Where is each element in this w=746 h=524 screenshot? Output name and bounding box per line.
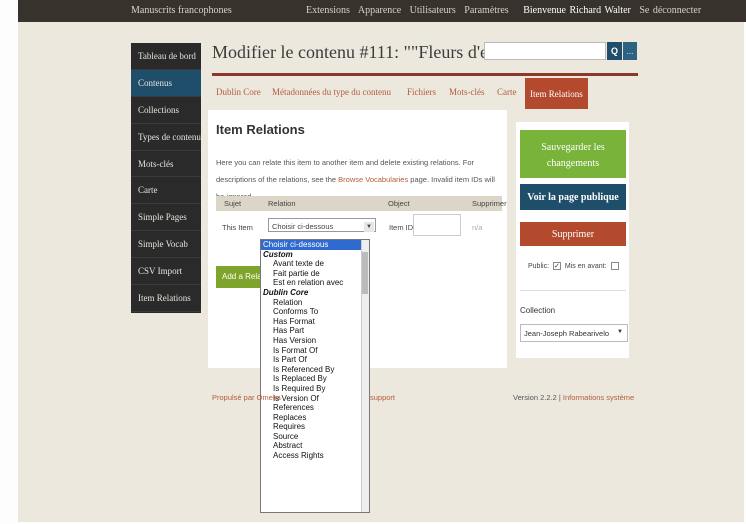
search-icon[interactable]: Q: [607, 42, 622, 60]
collection-label: Collection: [520, 306, 556, 315]
dropdown-option-selected[interactable]: Choisir ci-dessous: [261, 240, 369, 250]
sidebar-item-map[interactable]: Carte: [131, 177, 201, 205]
col-relation: Relation: [268, 199, 296, 208]
sidebar-item-item-types[interactable]: Types de contenu: [131, 124, 201, 151]
section-heading: Item Relations: [216, 122, 305, 137]
dropdown-option[interactable]: Relation: [261, 298, 369, 308]
delete-button[interactable]: Supprimer: [520, 222, 626, 246]
dropdown-option[interactable]: Est en relation avec: [261, 278, 369, 288]
dropdown-option[interactable]: Is Format Of: [261, 346, 369, 356]
dropdown-option[interactable]: Replaces: [261, 413, 369, 423]
sidebar-item-tags[interactable]: Mots-clés: [131, 151, 201, 178]
sidebar-item-contenus[interactable]: Contenus: [131, 69, 201, 97]
sidebar-item-csv-import[interactable]: CSV Import: [131, 258, 201, 286]
sidebar-item-collections[interactable]: Collections: [131, 97, 201, 124]
page-title: Modifier le contenu #111: ""Fleurs d'ext…: [212, 42, 516, 62]
tab-item-relations[interactable]: Item Relations: [525, 78, 588, 109]
public-label: Public:: [528, 262, 550, 270]
powered-by-link[interactable]: Propulsé par Omeka: [212, 393, 281, 402]
dropdown-scrollbar[interactable]: [361, 240, 369, 512]
dropdown-option[interactable]: Avant texte de: [261, 259, 369, 269]
version-info: Version 2.2.2 | Informations système: [513, 393, 635, 402]
collection-select[interactable]: Jean-Joseph Rabearivelo ▼: [520, 324, 628, 342]
nav-utilisateurs[interactable]: Utilisateurs: [410, 5, 456, 16]
search-input[interactable]: [484, 42, 606, 60]
dropdown-option[interactable]: Is Replaced By: [261, 374, 369, 384]
dropdown-option[interactable]: Is Part Of: [261, 355, 369, 365]
tab-dublin-core[interactable]: Dublin Core: [216, 87, 261, 97]
nav-parametres[interactable]: Paramètres: [464, 5, 508, 16]
dropdown-option[interactable]: Requires: [261, 422, 369, 432]
visibility-options: Public: Mis en avant:: [528, 262, 621, 270]
sidebar-item-simple-vocab[interactable]: Simple Vocab: [131, 231, 201, 259]
nav-extensions[interactable]: Extensions: [306, 5, 350, 16]
tab-item-type-metadata[interactable]: Métadonnées du type du contenu: [272, 87, 391, 97]
chevron-down-icon: ▼: [364, 222, 374, 232]
dropdown-option[interactable]: Has Format: [261, 317, 369, 327]
delete-na: n/a: [472, 223, 483, 232]
top-nav: Extensions Apparence Utilisateurs Paramè…: [306, 5, 706, 16]
view-public-page-button[interactable]: Voir la page publique: [520, 184, 626, 210]
dropdown-option[interactable]: Fait partie de: [261, 269, 369, 279]
dropdown-option[interactable]: Has Version: [261, 336, 369, 346]
browse-vocabularies-link[interactable]: Browse Vocabularies: [338, 175, 408, 184]
dropdown-option[interactable]: References: [261, 403, 369, 413]
dropdown-group-dublin-core: Dublin Core: [263, 287, 309, 297]
public-checkbox[interactable]: [552, 262, 561, 270]
chevron-down-icon: ▼: [617, 329, 623, 335]
dropdown-option[interactable]: Access Rights: [261, 451, 369, 461]
advanced-search-button[interactable]: ...: [623, 42, 637, 60]
dropdown-group-custom: Custom: [263, 249, 293, 259]
tab-tags[interactable]: Mots-clés: [449, 87, 485, 97]
sidebar-item-item-relations[interactable]: Item Relations: [131, 285, 201, 312]
item-id-input[interactable]: [413, 214, 461, 236]
sidebar-item-simple-pages[interactable]: Simple Pages: [131, 204, 201, 232]
sidebar-item-dashboard[interactable]: Tableau de bord: [131, 43, 201, 70]
dropdown-option[interactable]: Source: [261, 432, 369, 442]
tab-files[interactable]: Fichiers: [407, 87, 436, 97]
dropdown-option[interactable]: Is Referenced By: [261, 365, 369, 375]
welcome-user[interactable]: Bienvenue Richard Walter: [523, 5, 631, 16]
dropdown-option[interactable]: Conforms To: [261, 307, 369, 317]
nav-apparence[interactable]: Apparence: [358, 5, 401, 16]
relation-select[interactable]: Choisir ci-dessous ▼: [268, 218, 376, 232]
col-object: Object: [388, 199, 410, 208]
save-button[interactable]: Sauvegarder les changements: [520, 130, 626, 178]
admin-sidebar: Tableau de bord Contenus Collections Typ…: [131, 43, 201, 313]
actions-panel: Sauvegarder les changements Voir la page…: [516, 122, 629, 358]
relations-table-header: Sujet Relation Object Supprimer: [216, 196, 507, 211]
system-info-link[interactable]: Informations système: [563, 393, 634, 402]
relation-dropdown-list[interactable]: Choisir ci-dessous Custom Avant texte de…: [260, 239, 370, 513]
row-subject: This Item: [222, 223, 253, 232]
featured-checkbox[interactable]: [610, 262, 619, 270]
col-delete: Supprimer: [472, 199, 507, 208]
item-id-label: Item ID: [389, 223, 414, 232]
site-title-link[interactable]: Manuscrits francophones: [131, 5, 232, 16]
support-link[interactable]: support: [370, 393, 395, 402]
tab-map[interactable]: Carte: [497, 87, 517, 97]
dropdown-option[interactable]: Has Part: [261, 326, 369, 336]
top-bar: Manuscrits francophones Extensions Appar…: [18, 0, 746, 22]
title-divider: [212, 73, 638, 76]
col-subject: Sujet: [224, 199, 242, 208]
logout-link[interactable]: Se déconnecter: [639, 5, 701, 16]
featured-label: Mis en avant:: [564, 262, 607, 270]
divider: [520, 290, 626, 291]
dropdown-option[interactable]: Abstract: [261, 441, 369, 451]
scrollbar-thumb[interactable]: [362, 252, 368, 294]
